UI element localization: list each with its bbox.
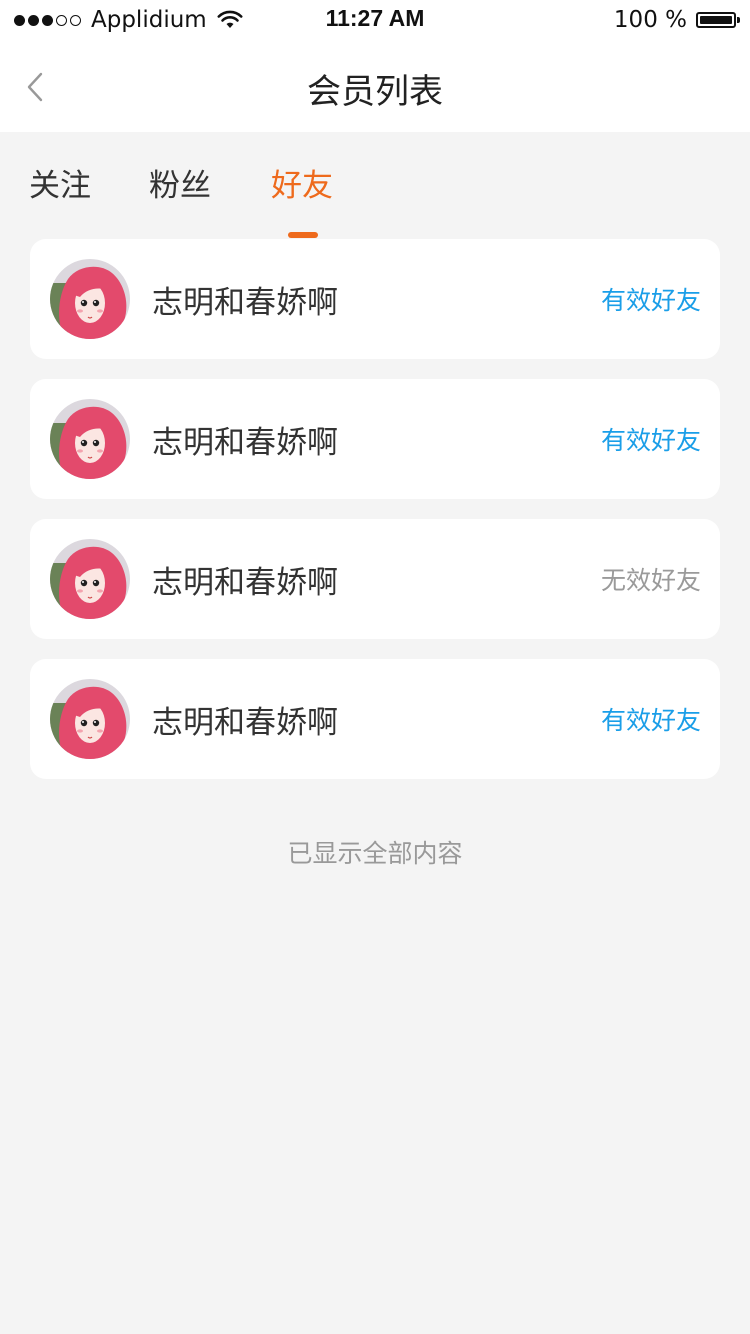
tab-bar: 关注 粉丝 好友: [0, 132, 750, 238]
avatar-image: [50, 539, 130, 619]
battery-icon: [696, 12, 740, 28]
battery-status: 100 %: [613, 6, 740, 34]
avatar: [50, 539, 130, 619]
member-card[interactable]: 志明和春娇啊 无效好友: [30, 519, 720, 639]
avatar-image: [50, 679, 130, 759]
avatar: [50, 399, 130, 479]
status-bar: Applidium 11:27 AM 100 %: [0, 0, 750, 40]
member-card[interactable]: 志明和春娇啊 有效好友: [30, 379, 720, 499]
member-name: 志明和春娇啊: [152, 425, 338, 461]
avatar: [50, 679, 130, 759]
active-tab-indicator: [288, 232, 318, 238]
tab-following[interactable]: 关注: [29, 160, 91, 210]
battery-level: [700, 16, 732, 24]
member-card[interactable]: 志明和春娇啊 有效好友: [30, 659, 720, 779]
avatar-image: [50, 259, 130, 339]
member-card[interactable]: 志明和春娇啊 有效好友: [30, 239, 720, 359]
page-title: 会员列表: [307, 72, 443, 112]
avatar-image: [50, 399, 130, 479]
friend-status-badge: 有效好友: [600, 286, 701, 315]
friend-status-badge: 无效好友: [600, 566, 701, 595]
tab-fans[interactable]: 粉丝: [149, 160, 211, 210]
member-name: 志明和春娇啊: [152, 705, 338, 741]
member-name: 志明和春娇啊: [152, 285, 338, 321]
navigation-bar: 会员列表: [0, 40, 750, 132]
tab-friends[interactable]: 好友: [271, 160, 333, 238]
end-of-list-note: 已显示全部内容: [287, 839, 463, 868]
friend-status-badge: 有效好友: [600, 706, 701, 735]
member-name: 志明和春娇啊: [152, 565, 338, 601]
avatar: [50, 259, 130, 339]
friend-status-badge: 有效好友: [600, 426, 701, 455]
tab-friends-label: 好友: [271, 168, 333, 204]
battery-percentage: 100 %: [613, 7, 687, 33]
